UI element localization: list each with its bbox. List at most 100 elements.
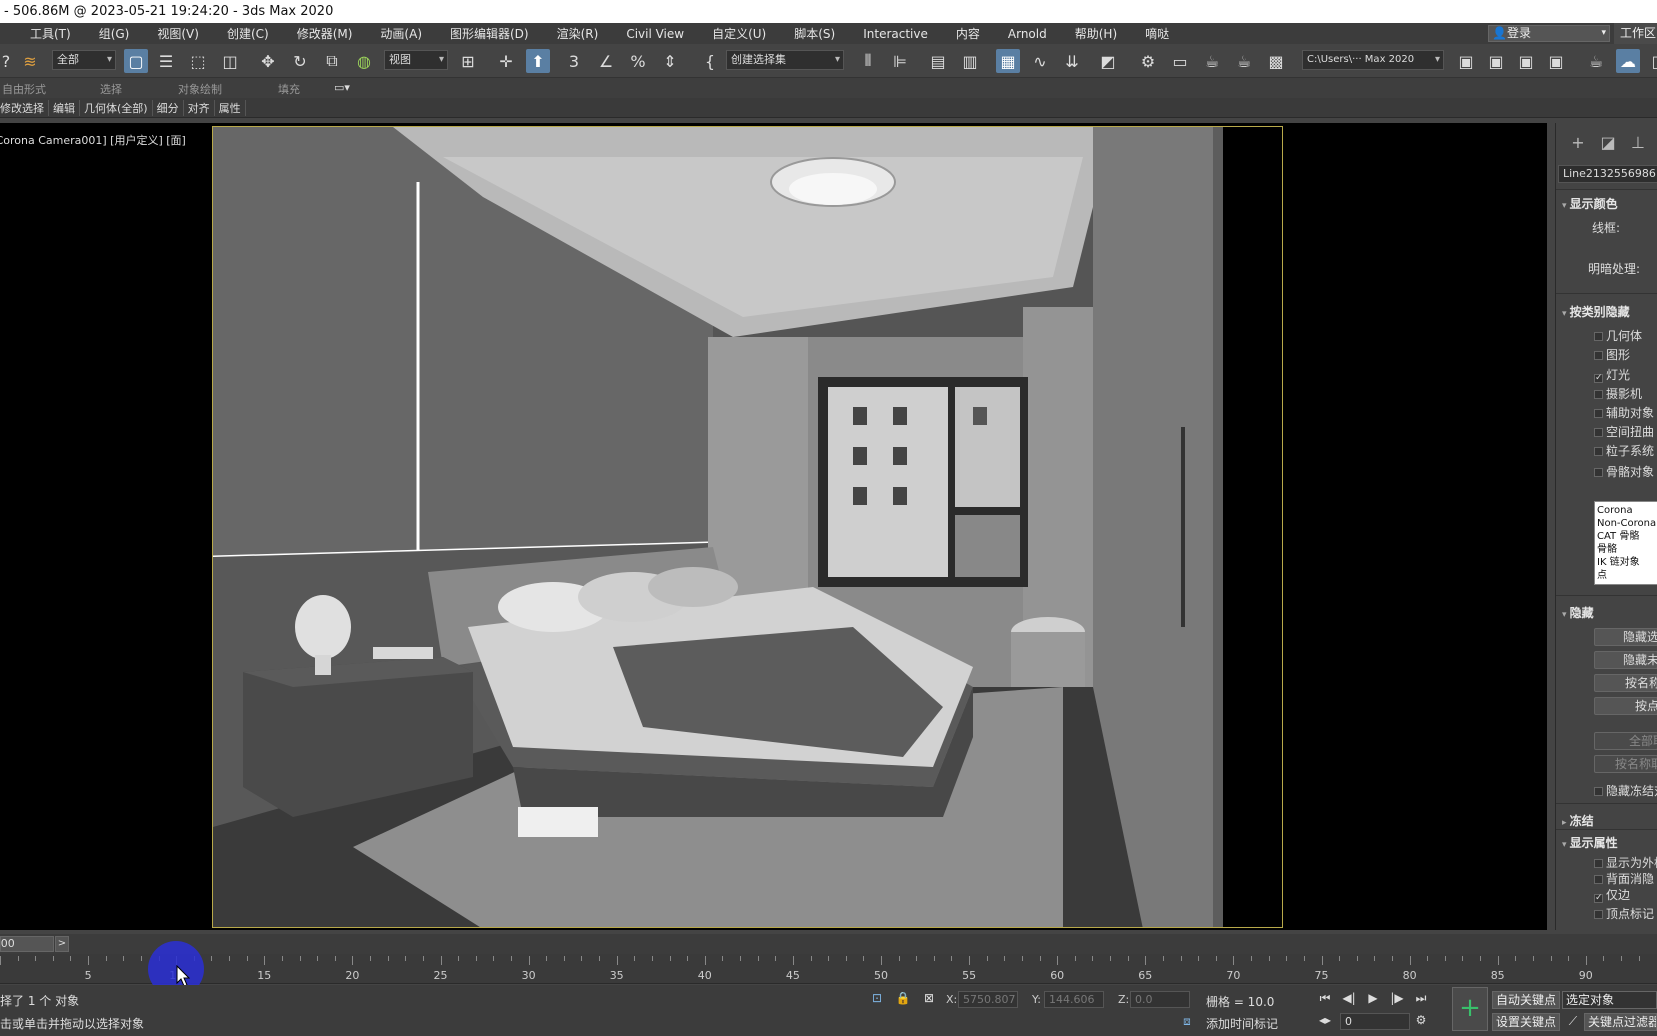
menu-dida[interactable]: 嘀哒 (1131, 25, 1183, 42)
unhide-by-name-button[interactable]: 按名称取消隐藏 (1594, 755, 1657, 773)
object-name-field[interactable]: Line2132556986 (1558, 165, 1657, 183)
hide-geometry-checkbox[interactable]: 几何体 (1594, 327, 1642, 344)
hide-lights-checkbox[interactable]: ✓ 灯光 (1594, 366, 1630, 383)
bind-spacewarp-icon[interactable]: ≋ (18, 49, 42, 73)
current-frame-field[interactable]: 0 (1340, 1013, 1410, 1030)
menu-scripting[interactable]: 脚本(S) (780, 25, 849, 42)
display-color-rollout[interactable]: 显示颜色 (1562, 195, 1618, 212)
render-setup-icon[interactable]: ⚙ (1136, 49, 1160, 73)
menu-customize[interactable]: 自定义(U) (698, 25, 780, 42)
set-key-button[interactable]: 设置关键点 (1492, 1013, 1561, 1031)
hide-by-hit-button[interactable]: 按点击隐藏 (1594, 697, 1657, 715)
angle-snap-icon[interactable]: ∠ (594, 49, 618, 73)
hide-shapes-checkbox[interactable]: 图形 (1594, 346, 1630, 363)
track-bar[interactable]: 5101520253035404550556065707580859095 (0, 954, 1657, 984)
go-to-start-icon[interactable]: ⏮ (1316, 989, 1334, 1007)
list-item[interactable]: Corona (1597, 504, 1655, 517)
selection-lock-icon[interactable]: 🔒 (894, 989, 912, 1007)
viewport-render-frame[interactable] (212, 126, 1283, 928)
key-filters-button[interactable]: 关键点过滤器... (1584, 1013, 1657, 1031)
hide-particles-checkbox[interactable]: 粒子系统 (1594, 442, 1654, 459)
menu-graph-editors[interactable]: 图形编辑器(D) (436, 25, 543, 42)
rotate-icon[interactable]: ↻ (288, 49, 312, 73)
key-mode-icon[interactable]: ◂▸ (1316, 1011, 1334, 1029)
named-selection-set-dropdown[interactable]: 创建选择集 (726, 50, 844, 70)
x-coordinate-field[interactable]: 5750.807 (958, 991, 1018, 1008)
edit-named-selection-icon[interactable]: { (698, 49, 722, 73)
ribbon-tab-freeform[interactable]: 自由形式 (2, 81, 46, 97)
menu-interactive[interactable]: Interactive (849, 27, 942, 41)
next-frame-arrow[interactable]: > (55, 936, 69, 952)
create-tab-icon[interactable]: + (1566, 131, 1590, 155)
login-dropdown[interactable]: 👤登录 ▾ (1488, 25, 1610, 42)
menu-arnold[interactable]: Arnold (994, 27, 1061, 41)
key-filter-icon[interactable]: ⟋ (1564, 1012, 1582, 1030)
project-folder-icon[interactable]: ▣ (1454, 49, 1478, 73)
unhide-all-button[interactable]: 全部取消隐藏 (1594, 732, 1657, 750)
ribbon-panel-edit[interactable]: 编辑 (49, 99, 80, 116)
scene-explorer-icon[interactable]: ▤ (926, 49, 950, 73)
menu-civil-view[interactable]: Civil View (612, 27, 698, 41)
toggle-ribbon-icon[interactable]: ▦ (996, 49, 1020, 73)
time-tag-icon[interactable]: ⧈ (1178, 1012, 1196, 1030)
time-config-icon[interactable]: ⚙ (1412, 1011, 1430, 1029)
workspace-dropdown[interactable]: 工作区 (1614, 23, 1657, 44)
place-icon[interactable]: ◍ (352, 49, 376, 73)
ribbon-panel-properties[interactable]: 属性 (215, 99, 246, 116)
menu-views[interactable]: 视图(V) (143, 25, 213, 42)
set-key-big-button[interactable]: + (1452, 987, 1488, 1031)
a360-icon[interactable]: ☁ (1616, 49, 1640, 73)
list-item[interactable]: CAT 骨骼 (1597, 530, 1655, 543)
auto-key-button[interactable]: 自动关键点 (1492, 991, 1561, 1009)
schematic-view-icon[interactable]: ⇊ (1060, 49, 1084, 73)
time-slider[interactable]: 0 / 100 > (0, 934, 1657, 954)
list-item[interactable]: 骨骼 (1597, 543, 1655, 556)
material-editor-icon[interactable]: ◩ (1096, 49, 1120, 73)
isolate-selection-icon[interactable]: ⊡ (868, 989, 886, 1007)
menu-rendering[interactable]: 渲染(R) (543, 25, 613, 42)
hide-rollout[interactable]: 隐藏 (1562, 604, 1594, 621)
hide-helpers-checkbox[interactable]: 辅助对象 (1594, 404, 1654, 421)
set-project-folder-icon[interactable]: ▣ (1484, 49, 1508, 73)
rect-selection-icon[interactable]: ⬚ (186, 49, 210, 73)
hide-selected-button[interactable]: 隐藏选定对象 (1594, 628, 1657, 646)
z-coordinate-field[interactable]: 0.0 (1130, 991, 1190, 1008)
move-icon[interactable]: ✥ (256, 49, 280, 73)
add-time-tag[interactable]: 添加时间标记 (1206, 1015, 1278, 1032)
select-manipulate-icon[interactable]: ✛ (494, 49, 518, 73)
render-grid-icon[interactable]: ▩ (1264, 49, 1288, 73)
hide-bones-checkbox[interactable]: 骨骼对象 (1594, 463, 1654, 480)
scene-converter-icon[interactable]: ▣ (1544, 49, 1568, 73)
select-object-icon[interactable]: ▢ (124, 49, 148, 73)
ribbon-panel-align[interactable]: 对齐 (184, 99, 215, 116)
rendered-frame-window-icon[interactable]: ▭ (1168, 49, 1192, 73)
category-list[interactable]: Corona Non-Corona CAT 骨骼 骨骼 IK 链对象 点 (1594, 501, 1657, 585)
asset-tracking-icon[interactable]: ▣ (1514, 49, 1538, 73)
play-icon[interactable]: ▶ (1364, 989, 1382, 1007)
display-as-box-checkbox[interactable]: 显示为外框 (1594, 854, 1657, 871)
y-coordinate-field[interactable]: 144.606 (1044, 991, 1104, 1008)
hide-by-name-button[interactable]: 按名称隐藏... (1594, 674, 1657, 692)
freeze-rollout[interactable]: 冻结 (1562, 812, 1594, 829)
vertex-ticks-checkbox[interactable]: 顶点标记 (1594, 905, 1654, 922)
selection-filter-dropdown[interactable]: 全部 (52, 50, 116, 70)
window-crossing-icon[interactable]: ◫ (218, 49, 242, 73)
percent-snap-icon[interactable]: % (626, 49, 650, 73)
select-by-name-icon[interactable]: ☰ (154, 49, 178, 73)
help-icon[interactable]: ? (0, 49, 18, 73)
edges-only-checkbox[interactable]: ✓ 仅边 (1594, 886, 1630, 903)
ribbon-tab-populate[interactable]: 填充 (278, 81, 300, 97)
display-tab-icon[interactable]: ◐ (1652, 131, 1657, 155)
hierarchy-tab-icon[interactable]: ⊥ (1626, 131, 1650, 155)
ribbon-options-icon[interactable]: ▭▾ (334, 81, 350, 94)
menu-animation[interactable]: 动画(A) (366, 25, 436, 42)
render-teapot-icon[interactable]: ☕ (1584, 49, 1608, 73)
align-icon[interactable]: ⊫ (888, 49, 912, 73)
backface-cull-checkbox[interactable]: 背面消隐 (1594, 870, 1654, 887)
list-item[interactable]: Non-Corona (1597, 517, 1656, 530)
reference-coord-dropdown[interactable]: 视图 (384, 50, 448, 70)
keyboard-shortcut-override-icon[interactable]: ⬆ (526, 49, 550, 73)
snaps-toggle-icon[interactable]: 3 (562, 49, 586, 73)
ribbon-tab-selection[interactable]: 选择 (100, 81, 122, 97)
menu-content[interactable]: 内容 (942, 25, 994, 42)
